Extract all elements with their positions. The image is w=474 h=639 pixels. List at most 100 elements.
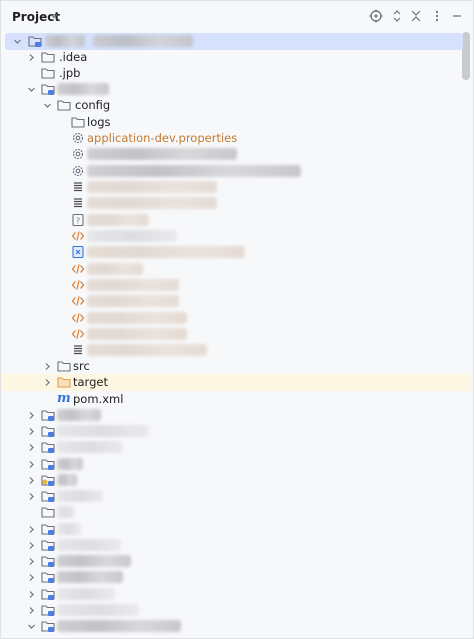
chevron-down-icon[interactable] [27, 85, 36, 94]
chevron-down-icon[interactable] [49, 11, 59, 21]
tree-row-module[interactable] [1, 569, 463, 585]
more-options-icon[interactable] [430, 9, 444, 23]
redacted-name [57, 555, 131, 567]
redacted-name [57, 620, 181, 632]
tree-row-file[interactable] [1, 342, 463, 358]
tree-row-module[interactable] [1, 537, 463, 553]
xml-file-icon [71, 313, 85, 323]
module-folder-icon [41, 572, 55, 583]
tree-row-module[interactable] [1, 553, 463, 569]
chevron-right-icon[interactable] [27, 53, 36, 62]
redacted-name [57, 458, 83, 470]
tree-row-folder[interactable] [1, 504, 463, 520]
chevron-right-icon[interactable] [27, 476, 36, 485]
tree-row-file[interactable] [1, 293, 463, 309]
tree-row-module[interactable] [1, 602, 463, 618]
redacted-name [57, 441, 123, 453]
redacted-name [87, 148, 237, 160]
tree-row-jpb[interactable]: .jpb [1, 65, 463, 81]
module-folder-icon [41, 589, 55, 600]
redacted-name [87, 165, 301, 177]
tree-row-config[interactable]: config [1, 97, 463, 113]
chevron-right-icon[interactable] [27, 460, 36, 469]
tree-row-file[interactable] [1, 244, 463, 260]
redacted-name [57, 425, 149, 437]
redacted-name [57, 474, 77, 486]
chevron-right-icon[interactable] [27, 411, 36, 420]
minimize-icon[interactable] [450, 9, 464, 23]
chevron-right-icon[interactable] [27, 590, 36, 599]
tree-row-module[interactable] [1, 521, 463, 537]
chevron-right-icon[interactable] [27, 443, 36, 452]
module-folder-icon [41, 540, 55, 551]
xml-file-icon [71, 329, 85, 339]
tree-row-file[interactable] [1, 310, 463, 326]
chevron-right-icon[interactable] [43, 378, 52, 387]
tree-label: .idea [59, 50, 88, 64]
tree-label: application-dev.properties [87, 131, 238, 145]
tree-row-file[interactable]: ? [1, 212, 463, 228]
chevron-right-icon[interactable] [27, 606, 36, 615]
tree-row-file[interactable] [1, 261, 463, 277]
redacted-name [87, 328, 187, 340]
redacted-name [57, 604, 139, 616]
unknown-file-icon: ? [72, 213, 84, 227]
tree-label: src [73, 359, 90, 373]
chevron-right-icon[interactable] [43, 362, 52, 371]
chevron-down-icon[interactable] [43, 101, 52, 110]
tree-row-application-dev[interactable]: application-dev.properties [1, 130, 463, 146]
collapse-all-icon[interactable] [409, 9, 423, 23]
tree-row-logs[interactable]: logs [1, 114, 463, 130]
text-file-icon [74, 198, 82, 208]
tree-row-module[interactable] [1, 439, 463, 455]
redacted-name [57, 490, 103, 502]
tree-row-module[interactable] [1, 423, 463, 439]
expand-collapse-icon[interactable] [390, 9, 404, 23]
chevron-down-icon[interactable] [13, 37, 22, 46]
chevron-down-icon[interactable] [27, 622, 36, 631]
tree-row-file[interactable] [1, 326, 463, 342]
svg-text:?: ? [76, 217, 80, 226]
tree-label: .jpb [59, 66, 81, 80]
chevron-right-icon[interactable] [27, 492, 36, 501]
maven-icon: m [57, 391, 71, 406]
tree-row-file[interactable] [1, 228, 463, 244]
tree-row-module[interactable] [1, 472, 463, 488]
tree-row-module[interactable] [1, 488, 463, 504]
tree-row-module[interactable] [1, 456, 463, 472]
chevron-right-icon[interactable] [27, 427, 36, 436]
tree-row-file[interactable] [1, 195, 463, 211]
xml-file-icon [71, 264, 85, 274]
tree-row-idea[interactable]: .idea [1, 49, 463, 65]
tree-row-file[interactable] [1, 163, 463, 179]
properties-gear-icon [72, 132, 84, 144]
locate-icon[interactable] [369, 9, 383, 23]
tree-row-file[interactable] [1, 277, 463, 293]
vertical-scrollbar[interactable] [462, 32, 470, 80]
redacted-name [87, 197, 217, 209]
redacted-name [87, 214, 149, 226]
folder-icon [41, 68, 55, 79]
chevron-right-icon[interactable] [27, 525, 36, 534]
module-folder-icon [41, 556, 55, 567]
redacted-name [57, 83, 109, 95]
tree-row-pom[interactable]: m pom.xml [1, 391, 463, 407]
tree-row-module[interactable] [1, 618, 463, 634]
tree-label: config [75, 98, 111, 112]
project-tool-window: Project .idea .jpb config logs applicati… [0, 0, 474, 639]
chevron-right-icon[interactable] [27, 541, 36, 550]
chevron-right-icon[interactable] [27, 557, 36, 566]
tree-row-module[interactable] [1, 81, 463, 97]
redacted-name [57, 506, 75, 518]
tree-row-module[interactable] [1, 586, 463, 602]
tree-row-file[interactable] [1, 179, 463, 195]
tree-row-src[interactable]: src [1, 358, 463, 374]
tree-row-module[interactable] [1, 407, 463, 423]
tree-row-file[interactable] [1, 146, 463, 162]
tree-row-target[interactable]: target [1, 374, 471, 391]
xml-file-icon [71, 231, 85, 241]
folder-icon [57, 361, 71, 372]
chevron-right-icon[interactable] [27, 573, 36, 582]
redacted-name [45, 35, 85, 47]
tree-row-root[interactable] [5, 33, 463, 50]
